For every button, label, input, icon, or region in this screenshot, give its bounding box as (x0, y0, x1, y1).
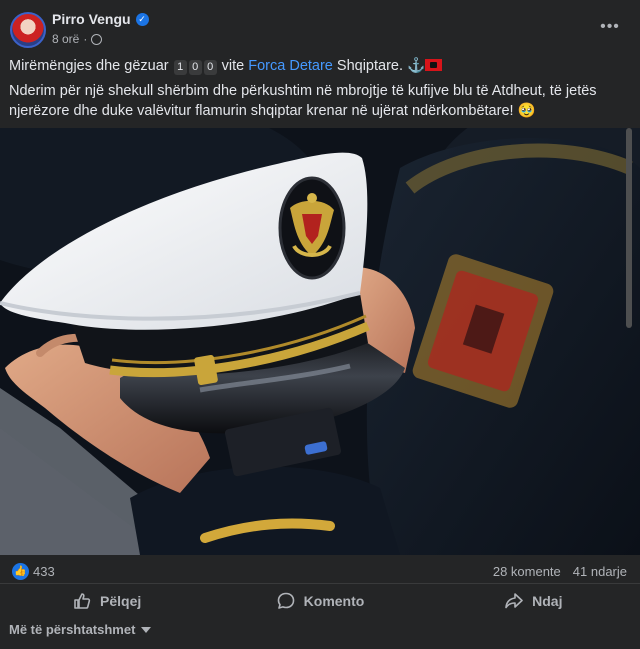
post-text-line1: Mirëmëngjes dhe gëzuar 100 vite Forca De… (9, 56, 629, 76)
post-header: Pirro Vengu ✓ 8 orë · ••• (0, 0, 640, 56)
keycap-digit: 0 (203, 60, 217, 75)
scrollbar-thumb[interactable] (626, 128, 632, 328)
greeting-text: Mirëmëngjes dhe gëzuar (9, 58, 173, 74)
keycap-digit: 1 (173, 60, 187, 75)
keycap-digit: 0 (188, 60, 202, 75)
naval-cap-photo (0, 128, 640, 555)
post-meta: 8 orë · (52, 32, 103, 46)
comment-sort-label: Më të përshtatshmet (9, 622, 136, 637)
shares-count[interactable]: 41 ndarje (573, 564, 627, 579)
like-button[interactable]: Pëlqej (0, 584, 213, 617)
globe-icon (91, 33, 103, 45)
more-options-icon[interactable]: ••• (596, 18, 624, 38)
author-row: Pirro Vengu ✓ (52, 11, 149, 27)
author-name[interactable]: Pirro Vengu (52, 11, 131, 27)
suffix-text: Shqiptare. (332, 58, 408, 74)
reactions-bar: 👍 433 28 komente 41 ndarje (0, 560, 640, 584)
post-card: Pirro Vengu ✓ 8 orë · ••• Mirëmëngjes dh… (0, 0, 640, 649)
anchor-emoji: ⚓ (407, 58, 426, 74)
like-reaction-icon[interactable]: 👍 (12, 563, 29, 580)
author-avatar[interactable] (10, 12, 46, 48)
comment-sort-dropdown[interactable]: Më të përshtatshmet (9, 622, 152, 637)
share-icon (505, 592, 523, 608)
chevron-down-icon (141, 626, 152, 633)
paragraph2-line1: Nderim për një shekull shërbim dhe përku… (9, 83, 597, 99)
comments-count[interactable]: 28 komente (493, 564, 561, 579)
share-button-label: Ndaj (532, 592, 563, 609)
post-timestamp[interactable]: 8 orë (52, 32, 79, 46)
action-bar: Pëlqej Komento Ndaj (0, 583, 640, 617)
post-stats: 28 komente 41 ndarje (493, 564, 627, 579)
share-button[interactable]: Ndaj (427, 584, 640, 617)
paragraph2-line2: njerëzore dhe duke valëvitur flamurin sh… (9, 103, 536, 119)
albania-flag-icon (425, 59, 443, 71)
verified-badge-icon: ✓ (135, 12, 149, 26)
forca-detare-link[interactable]: Forca Detare (248, 58, 333, 74)
post-photo[interactable] (0, 128, 640, 555)
thumbs-up-icon (74, 592, 91, 609)
comment-icon (277, 592, 294, 609)
comment-button[interactable]: Komento (213, 584, 426, 617)
comment-button-label: Komento (303, 592, 365, 609)
like-count[interactable]: 433 (33, 564, 55, 579)
middle-text: vite (217, 58, 249, 74)
post-text-paragraph2: Nderim për një shekull shërbim dhe përku… (9, 81, 629, 121)
like-button-label: Pëlqej (100, 592, 142, 609)
